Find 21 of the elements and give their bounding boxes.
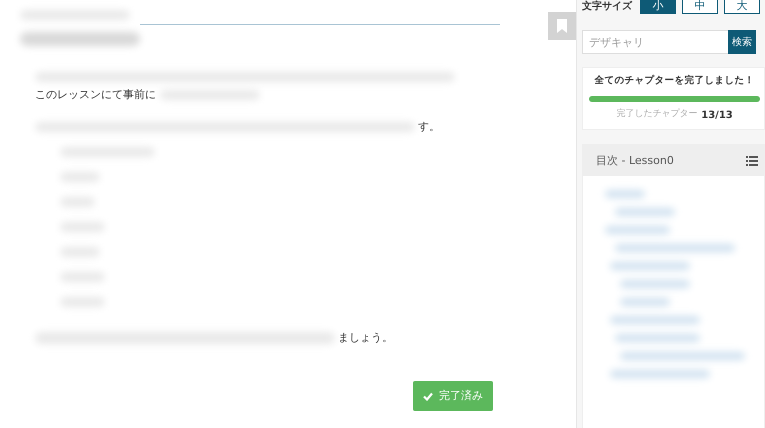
bookmark-icon <box>557 19 567 33</box>
progress-count: 13/13 <box>701 109 733 124</box>
progress-caption: 完了したチャプター <box>616 108 698 122</box>
redacted-text <box>605 190 645 198</box>
body-text: す。 <box>418 118 440 135</box>
body-text: ましょう。 <box>338 330 393 346</box>
redacted-text <box>620 298 670 306</box>
check-icon <box>423 392 433 400</box>
search-field[interactable]: デザキャリ <box>582 30 728 54</box>
font-size-option[interactable]: 大 <box>724 0 760 14</box>
font-size-label: 文字サイズ <box>582 0 632 14</box>
list-icon[interactable] <box>746 156 758 166</box>
font-size-option[interactable]: 中 <box>682 0 718 14</box>
redacted-text <box>615 208 675 216</box>
search-button[interactable]: 検索 <box>728 30 756 54</box>
progress-title: 全てのチャプターを完了しました！ <box>594 74 756 88</box>
font-size-option[interactable]: 小 <box>640 0 676 14</box>
toc-title: 目次 - Lesson0 <box>596 152 674 168</box>
body-text: このレッスンにて事前に <box>35 86 156 103</box>
redacted-text <box>605 226 670 234</box>
redacted-text <box>620 280 690 288</box>
